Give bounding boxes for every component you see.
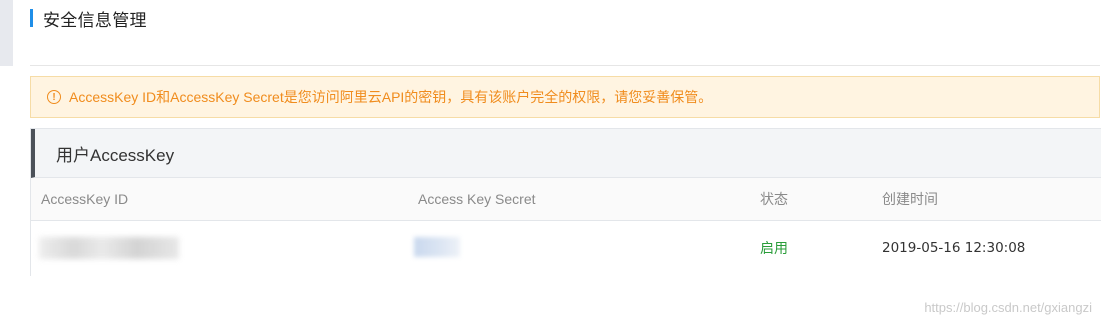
sidebar-edge — [0, 0, 13, 66]
column-header-accesskey-id: AccessKey ID — [41, 191, 129, 207]
created-time: 2019-05-16 12:30:08 — [882, 240, 1026, 256]
status-badge: 启用 — [760, 240, 788, 256]
panel-header: 用户AccessKey — [31, 129, 1101, 178]
alert-text: AccessKey ID和AccessKey Secret是您访问阿里云API的… — [69, 89, 713, 105]
header-divider — [30, 65, 1100, 66]
exclamation-circle-icon: ! — [47, 90, 61, 104]
table-row: 启用 2019-05-16 12:30:08 — [31, 221, 1101, 276]
sidebar-edge-lower — [0, 116, 13, 318]
masked-accesskey-id — [39, 237, 179, 259]
warning-alert: ! AccessKey ID和AccessKey Secret是您访问阿里云AP… — [30, 76, 1100, 118]
table-header: AccessKey ID Access Key Secret 状态 创建时间 — [31, 178, 1101, 221]
column-header-status: 状态 — [760, 191, 788, 207]
access-key-panel: 用户AccessKey AccessKey ID Access Key Secr… — [30, 128, 1101, 276]
column-header-created-time: 创建时间 — [882, 191, 938, 207]
masked-accesskey-secret — [414, 237, 460, 257]
watermark: https://blog.csdn.net/gxiangzi — [924, 300, 1092, 315]
page-title: 安全信息管理 — [43, 10, 147, 30]
page-header: 安全信息管理 — [30, 8, 147, 30]
column-header-accesskey-secret: Access Key Secret — [418, 191, 536, 207]
title-accent-bar — [30, 9, 33, 27]
panel-title: 用户AccessKey — [56, 145, 175, 165]
